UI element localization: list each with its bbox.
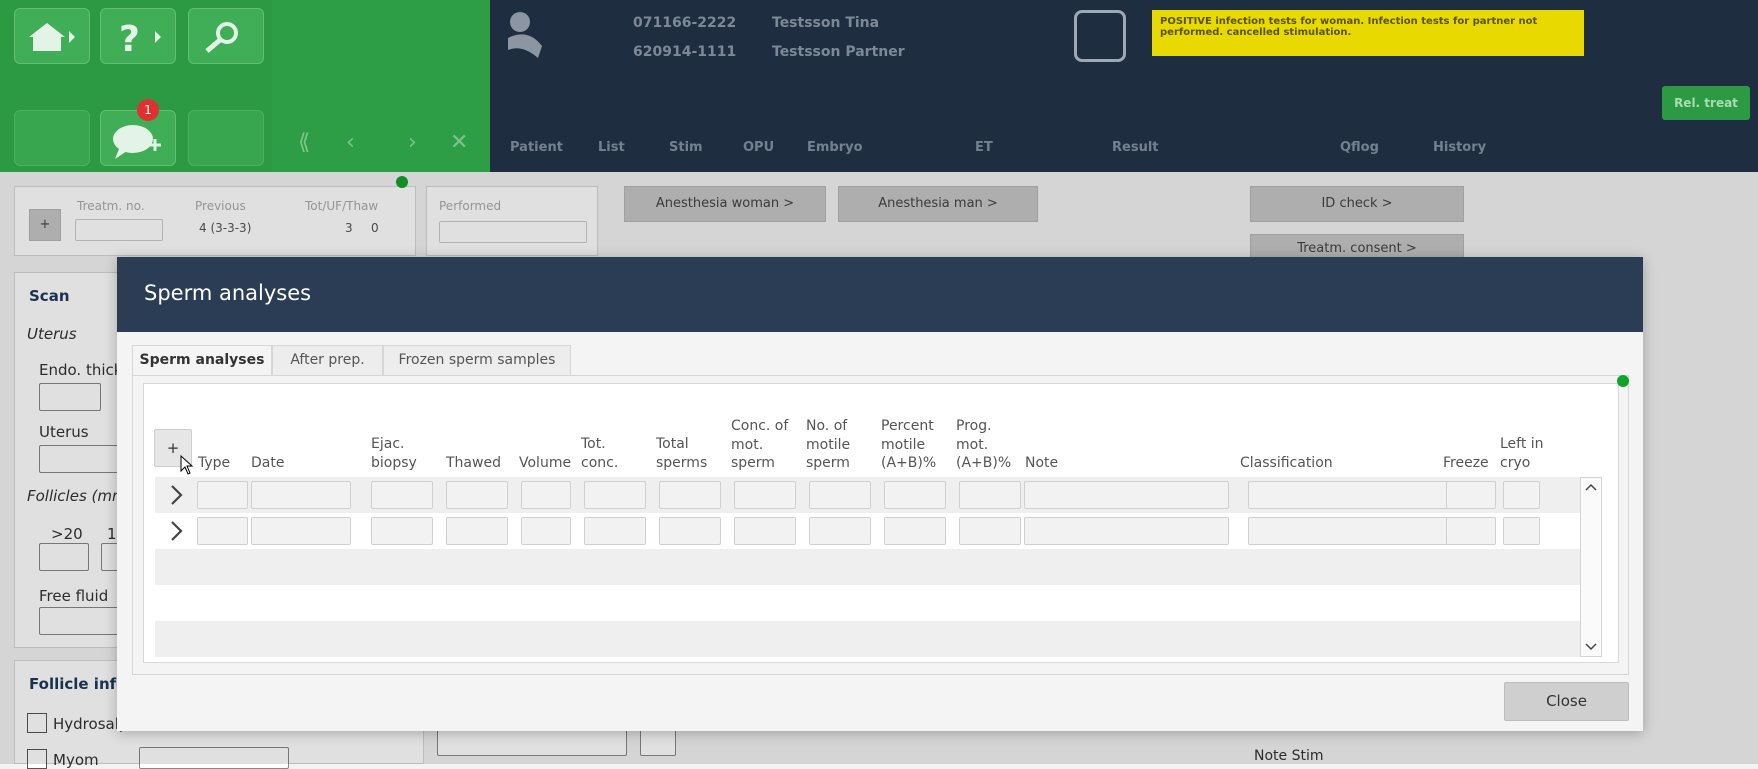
cell-volume[interactable] xyxy=(521,481,571,509)
scroll-down-icon[interactable] xyxy=(1581,636,1601,656)
empty-row xyxy=(155,549,1585,585)
cell-conc-mot[interactable] xyxy=(734,517,796,545)
cell-volume[interactable] xyxy=(521,517,571,545)
home-tile[interactable] xyxy=(14,8,90,64)
nav-tab-patient[interactable]: Patient xyxy=(510,140,563,155)
cell-total-sperms[interactable] xyxy=(659,517,721,545)
baby-icon xyxy=(508,12,542,58)
close-record-icon[interactable]: ✕ xyxy=(450,130,468,155)
mouse-cursor-icon xyxy=(180,455,194,475)
cell-ejac-biopsy[interactable] xyxy=(371,517,433,545)
col-no-motile-sperm: No. of motile sperm xyxy=(806,418,851,471)
table-row[interactable] xyxy=(155,477,1585,513)
col-total-sperms: Total sperms xyxy=(656,436,708,471)
chat-badge: 1 xyxy=(137,99,159,121)
cell-freeze[interactable] xyxy=(1446,481,1496,509)
nav-tab-embryo[interactable]: Embryo xyxy=(807,140,863,155)
cell-date[interactable] xyxy=(251,481,351,509)
nav-tab-opu[interactable]: OPU xyxy=(743,140,774,155)
sperm-analyses-dialog: Sperm analyses Sperm analyses After prep… xyxy=(117,257,1643,731)
patient-id-1: 071166-2222 xyxy=(633,15,737,31)
col-thawed: Thawed xyxy=(446,455,501,471)
empty-row xyxy=(155,585,1585,621)
col-left-in-cryo: Left in cryo xyxy=(1500,436,1544,471)
col-note: Note xyxy=(1025,455,1059,471)
tab-content: + Type Date Ejac. biopsy Thawed Volume T… xyxy=(132,375,1629,675)
cell-no-motile[interactable] xyxy=(809,517,871,545)
search-icon xyxy=(205,22,238,53)
cell-tot-conc[interactable] xyxy=(584,481,646,509)
col-type: Type xyxy=(198,455,231,471)
status-indicator xyxy=(1617,375,1629,387)
cell-note[interactable] xyxy=(1024,517,1229,545)
help-icon: ? xyxy=(119,19,161,55)
col-freeze: Freeze xyxy=(1443,455,1489,471)
nav-tab-stim[interactable]: Stim xyxy=(669,140,703,155)
patient-id-2: 620914-1111 xyxy=(633,44,737,60)
tab-sperm-analyses[interactable]: Sperm analyses xyxy=(132,345,272,376)
nav-tab-et[interactable]: ET xyxy=(975,140,993,155)
cell-no-motile[interactable] xyxy=(809,481,871,509)
nav-tab-qflog[interactable]: Qflog xyxy=(1340,140,1379,155)
table-row[interactable] xyxy=(155,513,1585,549)
dialog-header: Sperm analyses xyxy=(117,257,1643,332)
col-prog-mot: Prog. mot. (A+B)% xyxy=(956,418,1012,471)
cell-classification[interactable] xyxy=(1248,517,1453,545)
col-percent-motile: Percent motile (A+B)% xyxy=(881,418,937,471)
grid-scrollbar[interactable] xyxy=(1580,477,1602,657)
search-tile[interactable] xyxy=(188,8,264,64)
cell-percent-motile[interactable] xyxy=(884,517,946,545)
next-record-icon[interactable]: › xyxy=(408,130,417,155)
patient-name-1: Testsson Tina xyxy=(772,15,880,31)
empty-row xyxy=(155,621,1585,657)
expand-row-icon[interactable] xyxy=(167,483,187,507)
cell-thawed[interactable] xyxy=(446,517,508,545)
cell-prog-mot[interactable] xyxy=(959,517,1021,545)
col-classification: Classification xyxy=(1240,455,1333,471)
cell-classification[interactable] xyxy=(1248,481,1453,509)
home-icon xyxy=(29,23,75,51)
dialog-title: Sperm analyses xyxy=(144,281,312,305)
cell-conc-mot[interactable] xyxy=(734,481,796,509)
tab-frozen-sperm-samples[interactable]: Frozen sperm samples xyxy=(383,345,571,375)
prev-record-icon[interactable]: ‹ xyxy=(346,130,355,155)
col-date: Date xyxy=(251,455,285,471)
cell-total-sperms[interactable] xyxy=(659,481,721,509)
help-tile[interactable]: ? xyxy=(100,8,176,64)
close-button[interactable]: Close xyxy=(1504,682,1629,721)
chat-tile[interactable]: 1 xyxy=(100,99,176,166)
col-ejac-biopsy: Ejac. biopsy xyxy=(371,436,417,471)
cell-note[interactable] xyxy=(1024,481,1229,509)
cell-left-in-cryo[interactable] xyxy=(1503,517,1540,545)
col-conc-mot-sperm: Conc. of mot. sperm xyxy=(731,418,789,471)
sperm-analyses-grid: + Type Date Ejac. biopsy Thawed Volume T… xyxy=(143,383,1619,663)
svg-text:?: ? xyxy=(119,19,140,55)
nav-tab-result[interactable]: Result xyxy=(1112,140,1159,155)
cell-percent-motile[interactable] xyxy=(884,481,946,509)
blank-tile-2[interactable] xyxy=(188,110,264,166)
col-volume: Volume xyxy=(519,455,572,471)
blank-tile[interactable] xyxy=(14,110,90,166)
nav-tab-list[interactable]: List xyxy=(598,140,625,155)
notes-icon[interactable] xyxy=(1074,10,1126,62)
cell-type[interactable] xyxy=(197,481,248,509)
nav-tab-history[interactable]: History xyxy=(1433,140,1486,155)
patient-name-2: Testsson Partner xyxy=(772,44,905,60)
cell-left-in-cryo[interactable] xyxy=(1503,481,1540,509)
scroll-up-icon[interactable] xyxy=(1581,478,1601,498)
cell-prog-mot[interactable] xyxy=(959,481,1021,509)
tab-after-prep[interactable]: After prep. xyxy=(272,345,383,375)
chat-icon xyxy=(113,125,161,159)
cell-tot-conc[interactable] xyxy=(584,517,646,545)
infection-warning: POSITIVE infection tests for woman. Infe… xyxy=(1152,10,1584,56)
cell-freeze[interactable] xyxy=(1446,517,1496,545)
cell-ejac-biopsy[interactable] xyxy=(371,481,433,509)
cell-date[interactable] xyxy=(251,517,351,545)
cell-thawed[interactable] xyxy=(446,481,508,509)
col-tot-conc: Tot. conc. xyxy=(581,436,619,471)
cell-type[interactable] xyxy=(197,517,248,545)
rel-treat-button[interactable]: Rel. treat xyxy=(1662,86,1750,120)
first-record-icon[interactable]: ⟪ xyxy=(298,130,310,155)
expand-row-icon[interactable] xyxy=(167,519,187,543)
